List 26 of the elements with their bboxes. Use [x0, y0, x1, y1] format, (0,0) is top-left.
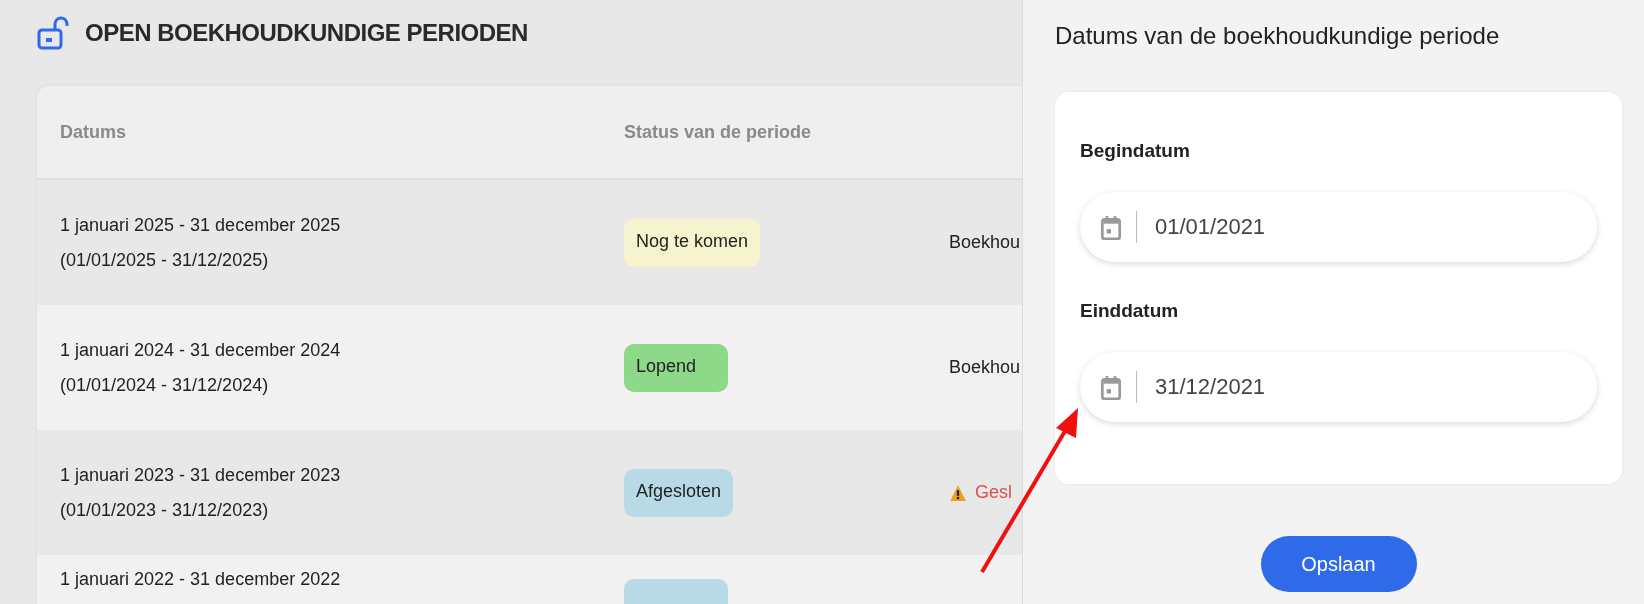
- cell-text: Boekhou: [949, 232, 1021, 253]
- status-badge: Lopend: [624, 343, 728, 392]
- date-range-numeric: (01/01/2025 - 31/12/2025): [60, 249, 270, 271]
- date-range: 1 januari 2023 - 31 december 2023: [60, 464, 342, 486]
- date-range: 1 januari 2024 - 31 december 2024: [60, 339, 342, 361]
- status-badge: Nog te komen: [624, 218, 761, 267]
- cell-text: Boekhou: [949, 357, 1021, 378]
- date-range: 1 januari 2025 - 31 december 2025: [60, 214, 342, 236]
- field-label: Begindatum: [1080, 140, 1191, 162]
- date-field[interactable]: 31/12/2021: [1080, 352, 1597, 422]
- save-button[interactable]: Opslaan: [1260, 536, 1417, 592]
- page-title: OPEN BOEKHOUDKUNDIGE PERIODEN: [85, 19, 528, 47]
- cell-text: Gesl: [975, 482, 1012, 503]
- date-range: 1 januari 2022 - 31 december 2022: [60, 569, 342, 590]
- calendar-icon: [1100, 214, 1122, 240]
- date-field[interactable]: 01/01/2021: [1080, 192, 1597, 262]
- column-header: Status van de periode: [624, 121, 812, 143]
- date-range-numeric: (01/01/2023 - 31/12/2023): [60, 499, 270, 521]
- field-label: Einddatum: [1080, 300, 1180, 322]
- panel-title: Datums van de boekhoudkundige periode: [1055, 22, 1501, 51]
- column-header: Datums: [59, 121, 127, 143]
- warning-icon: [949, 483, 967, 502]
- calendar-icon: [1100, 374, 1122, 400]
- open-padlock-icon: [37, 16, 69, 50]
- status-badge: Afgesloten: [624, 468, 734, 517]
- date-range-numeric: (01/01/2024 - 31/12/2024): [60, 374, 270, 396]
